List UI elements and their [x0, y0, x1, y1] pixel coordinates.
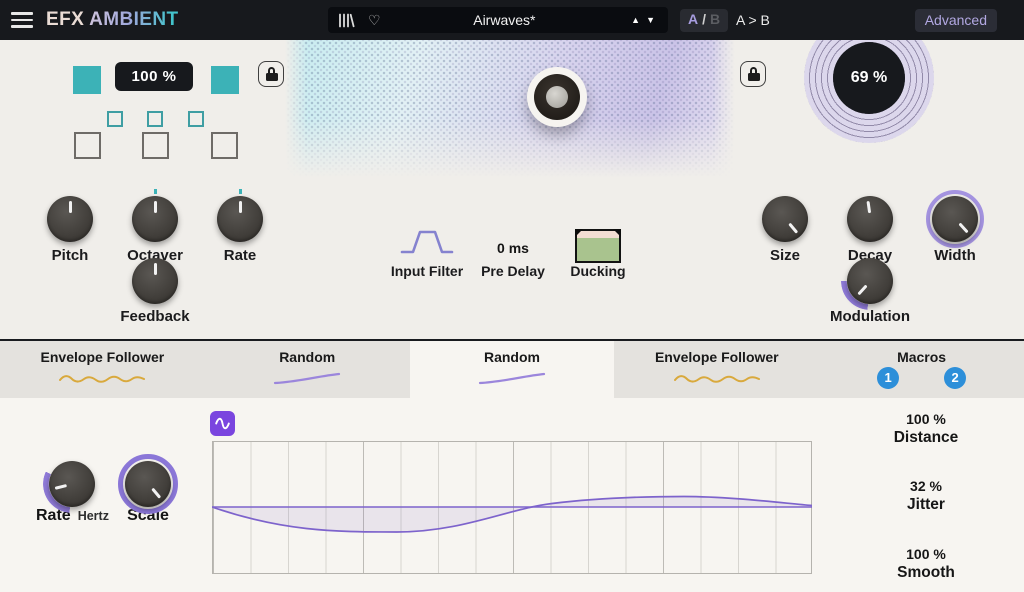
voice-toggle-small-1[interactable] [107, 111, 123, 127]
tab-label: Random [484, 349, 540, 365]
tab-label: Envelope Follower [655, 349, 779, 365]
size-knob[interactable] [762, 196, 808, 242]
param-smooth-label: Smooth [856, 564, 996, 582]
favorite-icon[interactable]: ♡ [368, 13, 381, 27]
ab-copy-button[interactable]: A > B [736, 12, 770, 28]
voice-toggle-large-3[interactable] [211, 132, 238, 159]
rate-label: Rate [197, 247, 283, 264]
param-jitter-label: Jitter [856, 496, 996, 514]
lfo-rate-unit: Hertz [78, 509, 109, 523]
preset-prev-icon[interactable]: ▲ [631, 15, 640, 25]
lfo-shape-icon[interactable] [210, 411, 235, 436]
macro-badge-2[interactable]: 2 [944, 367, 966, 389]
tab-random-2-selected[interactable]: Random [410, 341, 615, 398]
random-wave-icon [474, 369, 550, 387]
tab-label: Random [279, 349, 335, 365]
ducking-label: Ducking [548, 263, 648, 279]
lfo-scale-knob[interactable] [125, 461, 171, 507]
width-knob[interactable] [932, 196, 978, 242]
ab-toggle-b[interactable]: B [710, 11, 720, 27]
input-level-square-right[interactable] [211, 66, 239, 94]
hamburger-menu-icon[interactable] [11, 12, 33, 28]
size-label: Size [742, 247, 828, 264]
modulation-label: Modulation [812, 308, 928, 325]
voice-toggle-large-2[interactable] [142, 132, 169, 159]
feedback-label: Feedback [102, 308, 208, 325]
input-filter-label: Input Filter [377, 263, 477, 279]
pitch-knob[interactable] [47, 196, 93, 242]
input-filter-icon[interactable] [399, 226, 455, 254]
input-level-square-left[interactable] [73, 66, 101, 94]
tab-envelope-follower-1[interactable]: Envelope Follower [0, 341, 205, 398]
preset-library-icon[interactable] [338, 13, 355, 28]
feedback-knob[interactable] [132, 258, 178, 304]
tab-label: Envelope Follower [41, 349, 165, 365]
param-smooth: 100 % Smooth [856, 546, 996, 582]
top-bar: EFX AMBIENT ♡ Airwaves* ▲ ▼ A/B A > B Ad… [0, 0, 1024, 40]
preset-name[interactable]: Airwaves* [381, 12, 629, 28]
param-jitter: 32 % Jitter [856, 478, 996, 514]
pitch-label: Pitch [27, 247, 113, 264]
pre-delay-label: Pre Delay [473, 263, 553, 279]
param-jitter-value[interactable]: 32 % [856, 478, 996, 494]
position-xy-knob[interactable] [527, 67, 587, 127]
macro-badge-1[interactable]: 1 [877, 367, 899, 389]
modulation-knob[interactable] [847, 258, 893, 304]
tab-label: Macros [897, 349, 946, 365]
output-macro-knob[interactable]: 69 % [833, 42, 905, 114]
decay-knob[interactable] [847, 196, 893, 242]
lfo-waveform-editor[interactable] [212, 441, 812, 574]
input-mix-value[interactable]: 100 % [115, 62, 193, 91]
ab-toggle[interactable]: A/B [680, 9, 728, 32]
param-smooth-value[interactable]: 100 % [856, 546, 996, 562]
lfo-rate-knob[interactable] [49, 461, 95, 507]
envelope-wave-icon [669, 369, 765, 387]
pre-delay-value[interactable]: 0 ms [473, 240, 553, 256]
macro-badges: 1 2 [877, 367, 966, 389]
logo-product: AMBIENT [89, 9, 178, 30]
preset-next-icon[interactable]: ▼ [646, 15, 655, 25]
app-logo: EFX AMBIENT [46, 9, 179, 31]
input-lock-button[interactable] [258, 61, 284, 87]
voice-toggle-large-1[interactable] [74, 132, 101, 159]
output-lock-button[interactable] [740, 61, 766, 87]
ab-toggle-a[interactable]: A [688, 11, 698, 27]
output-macro-value: 69 % [851, 69, 887, 87]
advanced-button[interactable]: Advanced [915, 9, 997, 32]
voice-toggle-small-3[interactable] [188, 111, 204, 127]
modulator-tab-strip: Envelope Follower Random Random Envelope… [0, 339, 1024, 398]
ambience-visualizer[interactable] [285, 40, 735, 182]
plugin-window: EFX AMBIENT ♡ Airwaves* ▲ ▼ A/B A > B Ad… [0, 0, 1024, 592]
random-wave-icon [269, 369, 345, 387]
ab-toggle-separator: / [702, 11, 706, 27]
tab-random-1[interactable]: Random [205, 341, 410, 398]
param-distance-value[interactable]: 100 % [856, 411, 996, 427]
param-distance: 100 % Distance [856, 411, 996, 447]
envelope-wave-icon [54, 369, 150, 387]
preset-bar[interactable]: ♡ Airwaves* ▲ ▼ [328, 7, 668, 33]
param-distance-label: Distance [856, 429, 996, 447]
rate-knob[interactable] [217, 196, 263, 242]
width-label: Width [912, 247, 998, 264]
ducking-icon[interactable] [575, 229, 621, 263]
tab-macros[interactable]: Macros 1 2 [819, 341, 1024, 398]
logo-efx: EFX [46, 9, 84, 30]
voice-toggle-small-2[interactable] [147, 111, 163, 127]
tab-envelope-follower-2[interactable]: Envelope Follower [614, 341, 819, 398]
octaver-knob[interactable] [132, 196, 178, 242]
